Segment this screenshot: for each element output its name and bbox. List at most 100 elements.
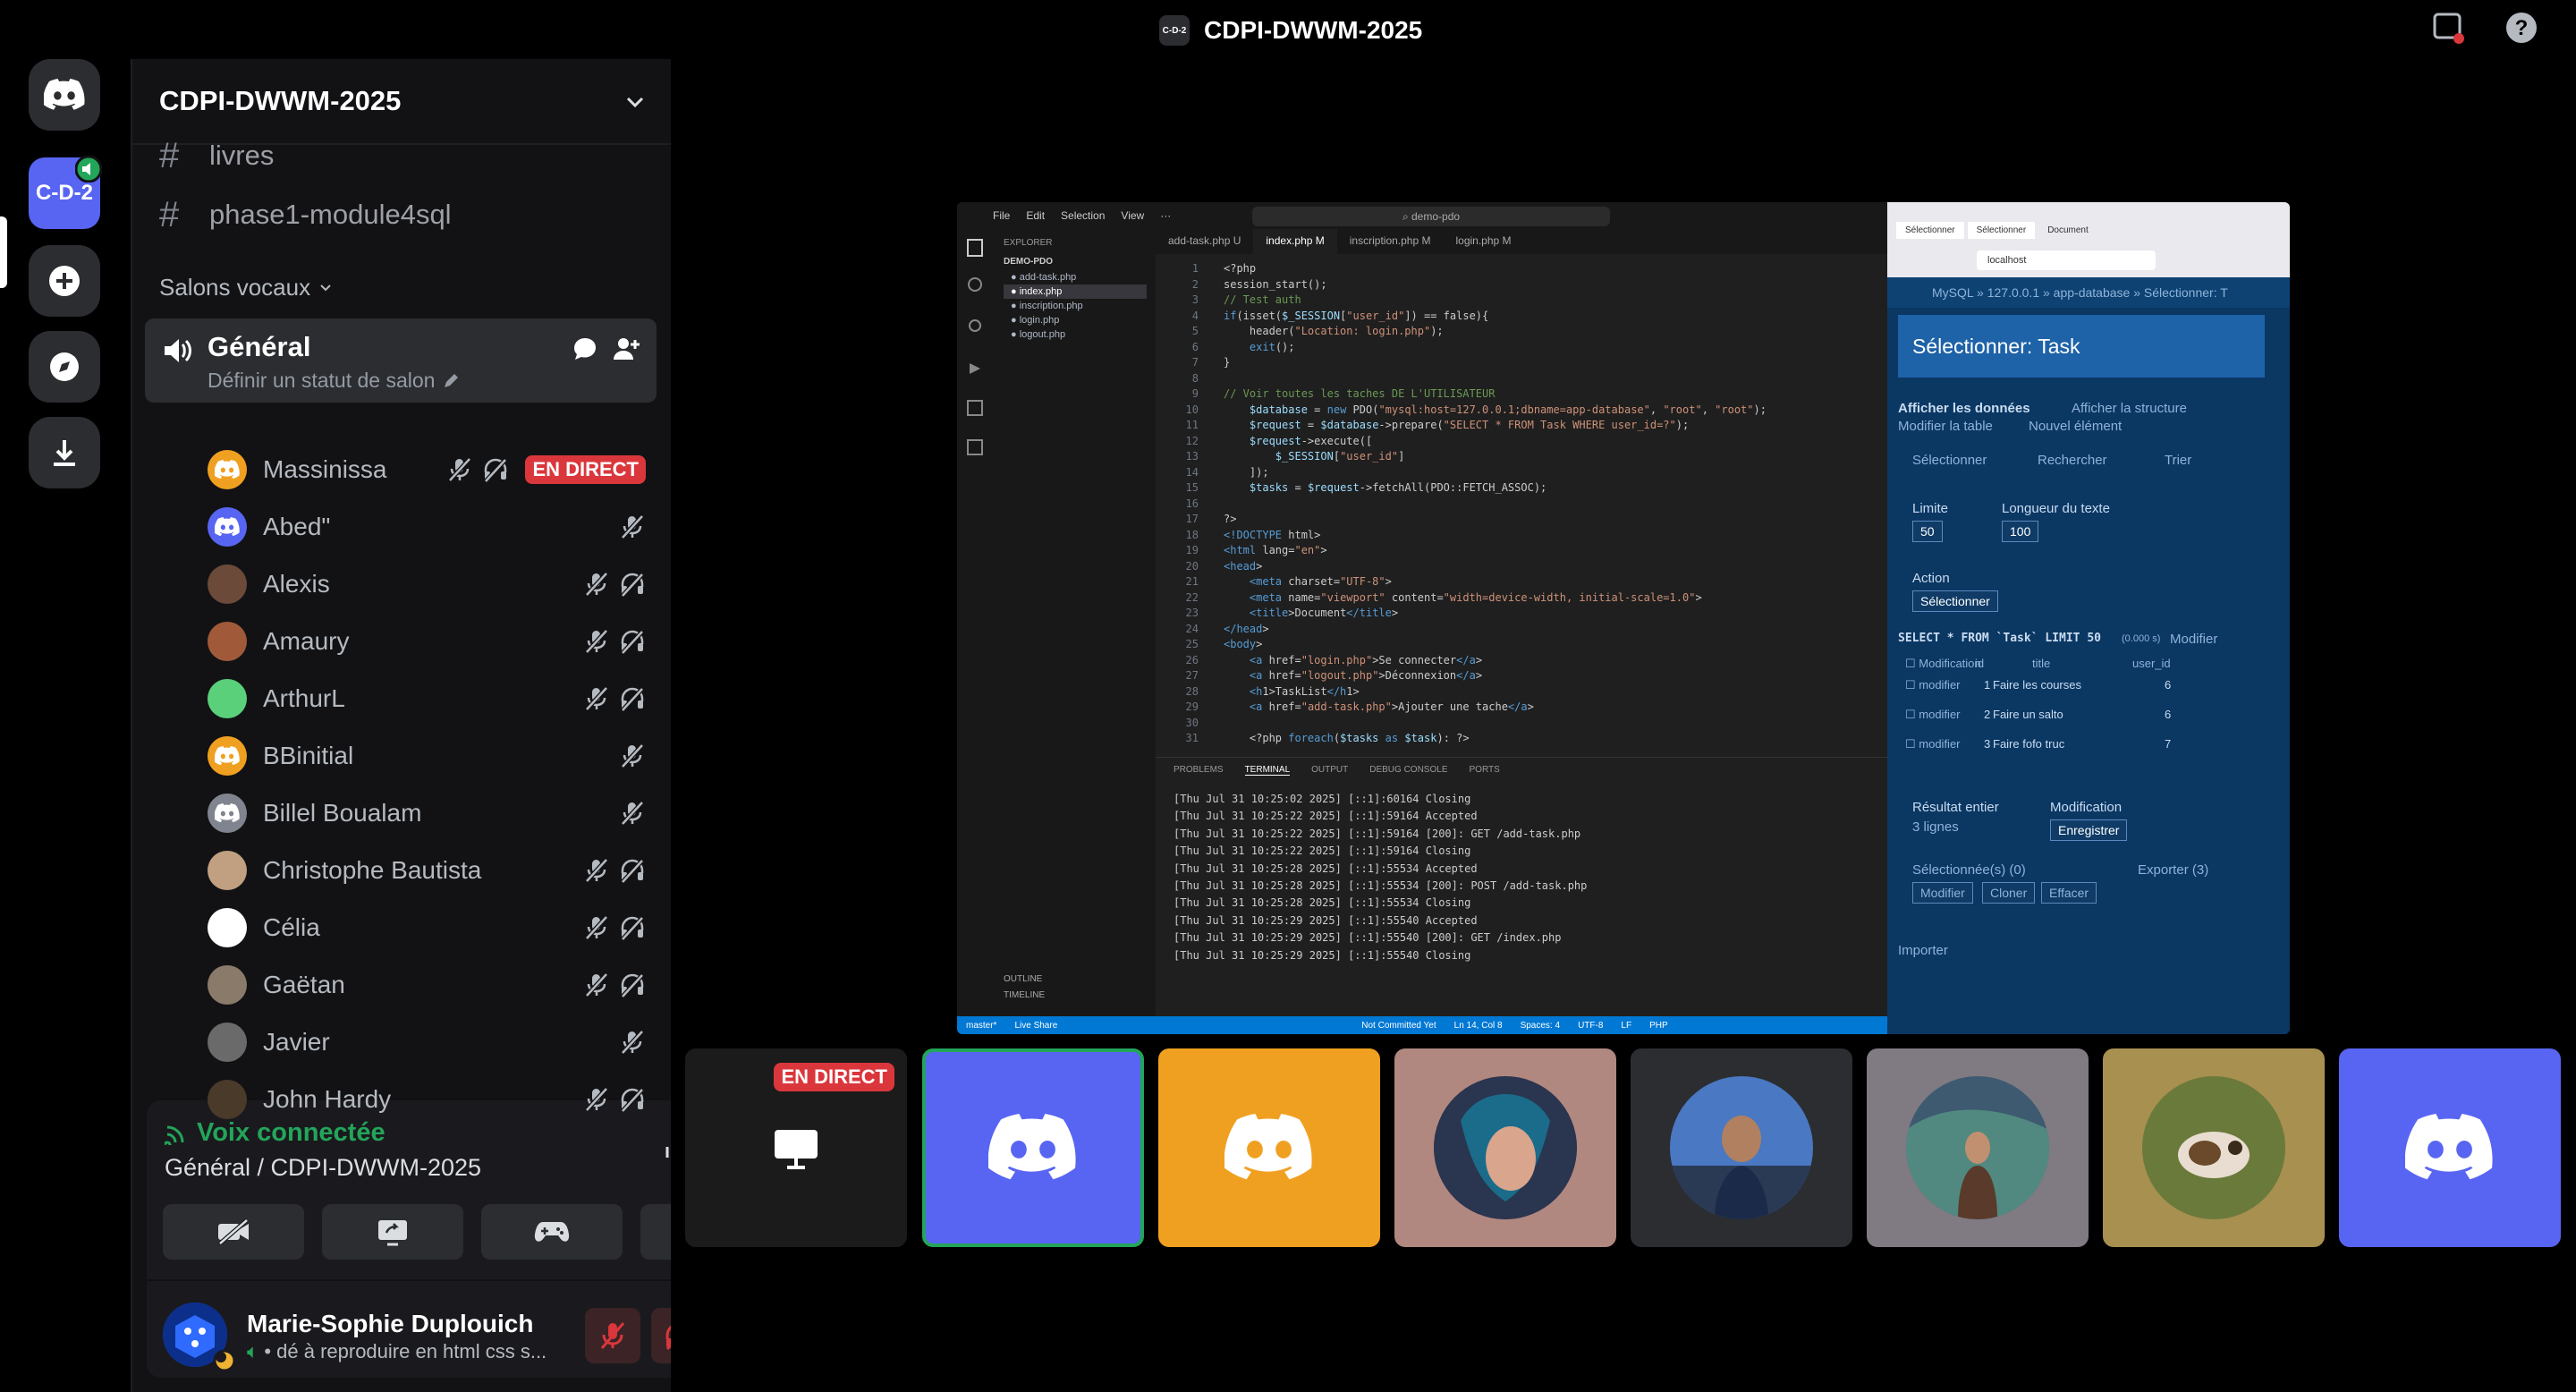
delete-button[interactable]: Effacer [2041, 882, 2097, 904]
download-icon[interactable] [29, 417, 100, 488]
share-screen-button[interactable] [322, 1204, 463, 1260]
voice-user[interactable]: John Hardy [208, 1074, 646, 1125]
server-icon-cdpi[interactable]: C-D-2 [29, 156, 102, 229]
menu-item[interactable]: ··· [1160, 209, 1171, 222]
search-section[interactable]: Rechercher [2038, 453, 2107, 468]
voice-user[interactable]: Célia [208, 902, 646, 954]
timeline-section[interactable]: TIMELINE [1004, 988, 1045, 1004]
modify-button[interactable]: Modifier [1912, 882, 1973, 904]
voice-location[interactable]: Général / CDPI-DWWM-2025 [165, 1154, 481, 1182]
folder-name[interactable]: DEMO-PDO [1004, 257, 1147, 267]
participant-tile[interactable] [1631, 1048, 1852, 1247]
participant-tile[interactable] [2103, 1048, 2325, 1247]
text-channel-livres[interactable]: # livres [159, 131, 274, 181]
panel-tab[interactable]: OUTPUT [1311, 765, 1348, 775]
browser-tab[interactable]: Sélectionner [1896, 222, 1964, 239]
panel-tab[interactable]: PORTS [1470, 765, 1500, 775]
browser-tab[interactable]: Document [2038, 222, 2097, 239]
file-item[interactable]: ● add-task.php [1004, 270, 1147, 284]
terminal-output[interactable]: [Thu Jul 31 10:25:02 2025] [::1]:60164 C… [1156, 782, 1887, 1014]
import-link[interactable]: Importer [1898, 943, 1948, 958]
voice-user[interactable]: Massinissa EN DIRECT [208, 444, 646, 496]
participant-tile[interactable] [1394, 1048, 1616, 1247]
voice-user[interactable]: Alexis [208, 558, 646, 610]
participant-tile[interactable] [2339, 1048, 2561, 1247]
panel-tab[interactable]: DEBUG CONSOLE [1369, 765, 1447, 775]
link-new-item[interactable]: Nouvel élément [2029, 419, 2122, 434]
voice-user[interactable]: BBinitial [208, 730, 646, 782]
select-button[interactable]: Sélectionner [1912, 590, 1998, 612]
table-header[interactable]: user_id [2132, 657, 2171, 670]
camera-off-button[interactable] [163, 1204, 304, 1260]
select-section[interactable]: Sélectionner [1912, 453, 1987, 468]
panel-tab[interactable]: PROBLEMS [1174, 765, 1224, 775]
stream-preview-tile[interactable]: EN DIRECT [685, 1048, 907, 1247]
voice-user[interactable]: Billel Boualam [208, 787, 646, 839]
row-edit-link[interactable]: ☐ modifier [1905, 737, 1961, 751]
status-item[interactable]: master* [966, 1021, 996, 1031]
file-item[interactable]: ● index.php [1004, 284, 1147, 299]
status-item[interactable]: Live Share [1014, 1021, 1057, 1031]
status-item[interactable]: UTF-8 [1578, 1021, 1603, 1031]
editor-tab[interactable]: add-task.php U [1156, 229, 1253, 254]
voice-user[interactable]: Amaury [208, 615, 646, 667]
link-alter-table[interactable]: Modifier la table [1898, 419, 1993, 434]
discord-home-button[interactable] [29, 59, 100, 131]
editor-tab[interactable]: login.php M [1443, 229, 1523, 254]
voice-user[interactable]: Abed" [208, 501, 646, 553]
chat-bubble-icon[interactable] [571, 335, 599, 363]
mute-button[interactable] [585, 1308, 640, 1363]
custom-status[interactable]: 🔈︎ • dé à reproduire en html css s... [247, 1340, 569, 1363]
code-editor[interactable]: 1 <?php 2 session_start(); 3// Test auth 4 if(… [1156, 254, 1887, 755]
participant-tile[interactable] [1867, 1048, 2089, 1247]
participant-tile[interactable] [1158, 1048, 1380, 1247]
add-server-button[interactable] [29, 245, 100, 317]
menu-item[interactable]: Selection [1061, 209, 1105, 222]
row-count[interactable]: 3 lignes [1912, 819, 1959, 835]
screen-share-view[interactable]: File Edit Selection View ··· ⌕ demo-pdo … [957, 202, 2290, 1034]
activities-button[interactable] [481, 1204, 623, 1260]
username[interactable]: Marie-Sophie Duplouich [247, 1310, 533, 1338]
participant-tile[interactable] [922, 1048, 1144, 1247]
status-item[interactable]: Spaces: 4 [1521, 1021, 1560, 1031]
voice-user[interactable]: Javier [208, 1016, 646, 1068]
invite-user-icon[interactable] [612, 335, 640, 363]
edit-query-link[interactable]: Modifier [2170, 632, 2217, 647]
help-icon[interactable]: ? [2504, 11, 2538, 45]
voice-channel-general[interactable]: Général Définir un statut de salon [145, 318, 657, 403]
menu-item[interactable]: Edit [1026, 209, 1045, 222]
editor-tab[interactable]: inscription.php M [1337, 229, 1444, 254]
status-item[interactable]: Ln 14, Col 8 [1454, 1021, 1503, 1031]
file-item[interactable]: ● inscription.php [1004, 299, 1147, 313]
row-edit-link[interactable]: ☐ modifier [1905, 678, 1961, 692]
status-item[interactable]: Not Committed Yet [1361, 1021, 1436, 1031]
menu-item[interactable]: View [1121, 209, 1144, 222]
sort-section[interactable]: Trier [2165, 453, 2191, 468]
voice-category[interactable]: Salons vocaux [159, 274, 334, 301]
clone-button[interactable]: Cloner [1982, 882, 2036, 904]
export-link[interactable]: Exporter (3) [2138, 862, 2208, 878]
file-item[interactable]: ● logout.php [1004, 327, 1147, 342]
panel-tab[interactable]: TERMINAL [1244, 765, 1291, 776]
browser-tab[interactable]: Sélectionner [1967, 222, 2036, 239]
row-edit-link[interactable]: ☐ modifier [1905, 708, 1961, 722]
inbox-icon[interactable] [2431, 11, 2465, 45]
link-show-structure[interactable]: Afficher la structure [2072, 401, 2187, 416]
file-item[interactable]: ● login.php [1004, 313, 1147, 327]
address-bar[interactable]: localhost [1977, 250, 2156, 270]
vscode-search[interactable]: ⌕ demo-pdo [1252, 207, 1610, 226]
voice-user[interactable]: Gaëtan [208, 959, 646, 1011]
save-button[interactable]: Enregistrer [2050, 819, 2128, 841]
text-length-input[interactable]: 100 [2002, 521, 2039, 542]
editor-tab[interactable]: index.php M [1253, 229, 1337, 254]
status-item[interactable]: LF [1621, 1021, 1631, 1031]
discover-icon[interactable] [29, 331, 100, 403]
outline-section[interactable]: OUTLINE [1004, 972, 1045, 988]
channel-status[interactable]: Définir un statut de salon [208, 369, 460, 393]
breadcrumb[interactable]: MySQL » 127.0.0.1 » app-database » Sélec… [1887, 277, 2290, 308]
link-show-data[interactable]: Afficher les données [1898, 401, 2030, 416]
table-header[interactable]: ☐ Modification [1905, 657, 1981, 671]
menu-item[interactable]: File [993, 209, 1010, 222]
voice-user[interactable]: Christophe Bautista [208, 845, 646, 896]
table-header[interactable]: title [2032, 657, 2050, 670]
